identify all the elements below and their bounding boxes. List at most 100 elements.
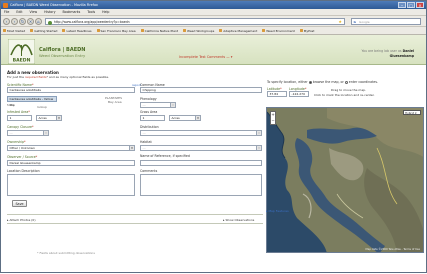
autocomplete-suggestion[interactable]: Centaurea solstitialis - Yellow Sta xyxy=(7,96,57,107)
bay-area-link[interactable]: Bay Area xyxy=(108,100,122,104)
gross-area-unit-select[interactable]: Acres ▾ xyxy=(169,115,201,121)
fuzzy-link[interactable]: fuzzy xyxy=(7,103,15,107)
save-button[interactable]: Save xyxy=(12,200,27,207)
bookmarks-toolbar: Most Visited Getting Started Latest Head… xyxy=(1,27,426,35)
observer-input[interactable]: Daniel Gluesenkamp xyxy=(7,160,135,166)
bookmark-icon xyxy=(183,29,187,32)
map-type-select[interactable]: Hybrid ▾ xyxy=(403,110,421,115)
show-observations-toggle[interactable]: ▸ Show Observations xyxy=(223,218,254,222)
menu-bookmarks[interactable]: Bookmarks xyxy=(62,9,80,15)
latitude-input[interactable]: 37.84 xyxy=(267,91,287,97)
divider xyxy=(7,214,263,215)
location-instruction: To specify location, either browse the m… xyxy=(267,80,378,84)
reference-input[interactable] xyxy=(140,160,262,166)
comments-label: Comments xyxy=(140,169,158,173)
chevron-down-icon: ▾ xyxy=(129,146,134,150)
phenology-label: Phenology xyxy=(140,97,157,101)
ownership-label: Ownership* xyxy=(7,140,26,144)
status-warning-link[interactable]: Incomplete Test Comments — ▾ xyxy=(179,55,232,59)
menu-file[interactable]: File xyxy=(4,9,9,15)
bookmark-icon xyxy=(299,29,303,32)
home-icon[interactable]: ⌂ xyxy=(35,18,42,25)
habitat-label: Habitat xyxy=(140,140,152,144)
menu-tools[interactable]: Tools xyxy=(87,9,95,15)
stop-icon[interactable]: × xyxy=(27,18,34,25)
map-features-link[interactable]: ▸ Map Features xyxy=(266,209,289,213)
reload-icon[interactable]: ↻ xyxy=(19,18,26,25)
gross-area-label: Gross Area xyxy=(140,110,158,114)
bookmark-star-icon[interactable]: ★ xyxy=(338,19,342,26)
bookmark-icon xyxy=(62,29,66,32)
bookmark-item[interactable]: Most Visited xyxy=(3,29,25,33)
firefox-icon xyxy=(3,2,8,8)
chevron-down-icon: ▾ xyxy=(256,131,261,135)
habitat-select[interactable]: --- ▾ xyxy=(140,145,262,151)
bookmark-icon xyxy=(262,29,266,32)
reference-label: Name of Reference, if specified xyxy=(140,154,190,158)
main-content: Add a new observation For just the requi… xyxy=(1,65,426,274)
observer-label: Observer / Source* xyxy=(7,155,38,159)
window-title: Calflora | BAEDN Weed Observation - Mozi… xyxy=(10,3,98,7)
search-placeholder: Google xyxy=(359,20,370,24)
bookmark-item[interactable]: Weed Environment xyxy=(262,29,295,33)
forward-icon[interactable]: › xyxy=(11,18,18,25)
chevron-down-icon: ▾ xyxy=(256,146,261,150)
maximize-button[interactable]: □ xyxy=(407,2,415,8)
close-button[interactable]: × xyxy=(416,2,424,8)
chevron-down-icon: ▾ xyxy=(43,131,48,135)
infested-area-label: Infested Area* xyxy=(7,110,30,114)
ownership-select[interactable]: Other / Unknown ▾ xyxy=(7,145,135,151)
url-bar[interactable]: http://www.calflora.org/app/weedentry?p=… xyxy=(45,18,345,25)
app-subtitle: Weed Observation Entry xyxy=(39,53,86,58)
distribution-select[interactable]: --- ▾ xyxy=(140,130,262,136)
back-icon[interactable]: ‹ xyxy=(3,18,10,25)
form-hint: For just the required fields* and as man… xyxy=(7,75,110,79)
drag-hint: Drag to move the map. xyxy=(331,88,367,92)
location-description-textarea[interactable] xyxy=(7,174,135,196)
distribution-label: Distribution xyxy=(140,125,159,129)
gross-area-input[interactable]: 1 xyxy=(140,115,165,121)
browser-window: Calflora | BAEDN Weed Observation - Mozi… xyxy=(0,0,427,273)
lookup-link[interactable]: lookup xyxy=(37,105,47,109)
zoom-control[interactable]: + − xyxy=(270,111,276,125)
divider xyxy=(7,223,263,224)
bookmark-item[interactable]: San Francisco Bay Area xyxy=(96,29,136,33)
bookmark-item[interactable]: Latest Headlines xyxy=(62,29,92,33)
search-input[interactable]: G Google xyxy=(351,18,421,25)
baedn-logo: BAEDN xyxy=(8,39,35,64)
bookmark-icon xyxy=(30,29,34,32)
navigation-toolbar: ‹ › ↻ × ⌂ http://www.calflora.org/app/we… xyxy=(1,16,426,27)
location-map[interactable]: Hybrid ▾ + − Map data ©2009 Tele Atlas - … xyxy=(266,107,424,253)
map-canvas[interactable] xyxy=(267,108,424,253)
bookmark-icon xyxy=(140,29,144,32)
footer-note: * Fields about submitting observations xyxy=(37,251,95,255)
bookmark-item[interactable]: MyPost xyxy=(299,29,314,33)
comments-textarea[interactable] xyxy=(140,174,262,196)
bookmark-icon xyxy=(3,29,6,32)
phenology-select[interactable]: --- ▾ xyxy=(140,102,176,108)
common-name-input[interactable]: Chipping xyxy=(140,87,262,93)
minimize-button[interactable]: – xyxy=(398,2,406,8)
bookmark-item[interactable]: Weed Workgroups xyxy=(183,29,214,33)
svg-text:BAEDN: BAEDN xyxy=(13,58,31,64)
bookmark-item[interactable]: California Native Plant xyxy=(140,29,178,33)
menu-history[interactable]: History xyxy=(44,9,55,15)
longitude-input[interactable]: -122.270 xyxy=(289,91,309,97)
google-icon: G xyxy=(353,20,356,24)
map-attribution: Map data ©2009 Tele Atlas - Terms of Use xyxy=(365,248,421,251)
click-hint: Click to mark the location and re-center… xyxy=(314,93,375,97)
chevron-down-icon: ▾ xyxy=(170,103,175,107)
infested-area-unit-select[interactable]: Acres ▾ xyxy=(36,115,62,121)
menu-view[interactable]: View xyxy=(30,9,38,15)
canopy-closure-select[interactable]: --- ▾ xyxy=(7,130,49,136)
scientific-name-input[interactable]: Centaurea solstitialis xyxy=(7,87,135,93)
infested-area-input[interactable]: 1 xyxy=(7,115,32,121)
location-description-label: Location Description xyxy=(7,169,40,173)
menu-help[interactable]: Help xyxy=(102,9,109,15)
bookmark-item[interactable]: Getting Started xyxy=(30,29,57,33)
site-favicon xyxy=(48,20,52,25)
user-greeting: You are being lab user as Daniel xyxy=(361,49,415,53)
bookmark-item[interactable]: Adaptive Management xyxy=(219,29,257,33)
attach-photos-toggle[interactable]: ▸ Attach Photos (0) xyxy=(7,218,36,222)
menu-edit[interactable]: Edit xyxy=(16,9,22,15)
